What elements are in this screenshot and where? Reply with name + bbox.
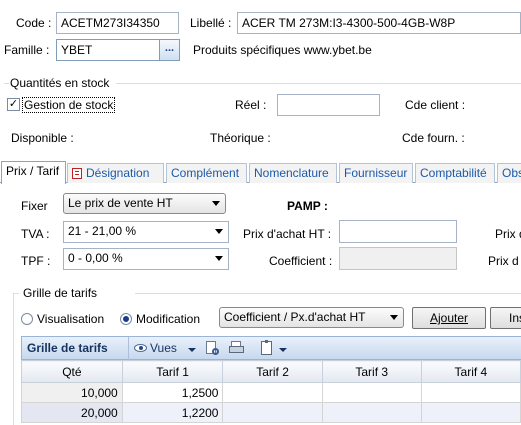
libelle-field[interactable]: ACER TM 273M:I3-4300-500-4GB-W8P [237,12,521,34]
tva-label: TVA : [21,227,50,241]
tab-comptabilite[interactable]: Comptabilité [415,163,495,183]
chevron-down-icon [390,315,398,320]
reel-field[interactable] [277,94,380,116]
column-header-qte[interactable]: Qté [21,360,123,383]
clipboard-icon [261,340,272,355]
tpf-label: TPF : [21,254,51,268]
ajouter-button[interactable]: Ajouter [412,307,486,329]
cell-tarif-4[interactable] [420,402,521,423]
prix-achat-label: Prix d'achat HT : [243,227,332,241]
toolbar-separator [128,337,129,360]
document-icon [72,168,82,179]
cell-tarif-2[interactable] [222,402,323,423]
famille-field[interactable]: YBET [56,39,160,61]
tpf-select[interactable]: 0 - 0,00 % [63,248,229,270]
tva-select[interactable]: 21 - 21,00 % [63,221,229,243]
grille-mode-select[interactable]: Coefficient / Px.d'achat HT [219,307,404,328]
table-row[interactable]: 20,000 1,2200 [21,402,521,423]
grille-toolbar-title: Grille de tarifs [27,341,108,355]
grille-group-title: Grille de tarifs [23,286,98,300]
disponible-label: Disponible : [11,131,74,145]
theorique-label: Théorique : [210,131,271,145]
stock-group-line-left [4,83,9,84]
column-header-tarif-3[interactable]: Tarif 3 [321,360,422,383]
famille-lookup-button[interactable]: ... [159,39,180,61]
prix-right-label-2: Prix d [488,254,519,268]
coefficient-label: Coefficient : [269,254,333,268]
cell-tarif-4[interactable] [420,382,521,403]
grille-toolbar: Grille de tarifs Vues [21,336,521,360]
radio-visualisation-label[interactable]: Visualisation [37,312,104,326]
famille-label: Famille : [4,43,50,57]
inserer-button[interactable]: Ins [490,307,521,329]
grille-group-border [13,293,14,425]
eye-icon [134,344,147,352]
tab-fournisseur[interactable]: Fournisseur [339,163,413,183]
radio-visualisation[interactable] [21,313,33,325]
cell-tarif-1[interactable]: 1,2500 [121,382,224,403]
chevron-down-icon [188,348,196,352]
radio-modification-label[interactable]: Modification [136,312,200,326]
gestion-stock-label[interactable]: Gestion de stock [21,97,116,113]
prix-right-label-1: Prix d [495,227,521,241]
libelle-label: Libellé : [190,16,232,30]
column-header-tarif-4[interactable]: Tarif 4 [420,360,521,383]
table-header-row: Qté Tarif 1 Tarif 2 Tarif 3 Tarif 4 [21,360,521,383]
tab-nomenclature[interactable]: Nomenclature [249,163,337,183]
tab-obs[interactable]: Obs [497,163,521,183]
column-header-tarif-1[interactable]: Tarif 1 [121,360,224,383]
pamp-label: PAMP : [287,199,328,213]
cell-tarif-2[interactable] [222,382,323,403]
tab-designation[interactable]: Désignation [67,163,164,183]
chevron-down-icon [212,201,220,206]
clipboard-button[interactable] [258,339,292,358]
code-field[interactable]: ACETM273I34350 [56,12,179,34]
famille-description: Produits spécifiques www.ybet.be [193,43,372,57]
prix-achat-field[interactable] [339,220,457,243]
cell-tarif-3[interactable] [321,382,422,403]
cde-client-label: Cde client : [405,98,466,112]
stock-group-title: Quantités en stock [10,76,110,90]
column-header-tarif-2[interactable]: Tarif 2 [222,360,323,383]
vues-button[interactable]: Vues [131,339,199,358]
tab-prix-tarif[interactable]: Prix / Tarif [1,161,66,184]
coefficient-field [339,247,457,270]
radio-modification[interactable] [120,313,132,325]
cell-tarif-3[interactable] [321,402,422,423]
fixer-label: Fixer [21,199,48,213]
vues-label: Vues [150,341,177,355]
tarifs-table: Qté Tarif 1 Tarif 2 Tarif 3 Tarif 4 10,0… [21,360,521,423]
code-label: Code : [16,16,52,30]
gestion-stock-checkbox[interactable]: ✓ [7,98,20,111]
fixer-select[interactable]: Le prix de vente HT [63,193,226,214]
chevron-down-icon [279,348,287,352]
cell-tarif-1[interactable]: 1,2200 [121,402,224,423]
chevron-down-icon [215,256,223,261]
cde-fourn-label: Cde fourn. : [402,131,465,145]
reel-label: Réel : [235,98,267,112]
stock-group-line-right [116,83,521,84]
cell-qte[interactable]: 20,000 [21,402,123,423]
print-icon[interactable] [228,340,248,357]
grille-group-line-right [135,293,521,294]
table-row[interactable]: 10,000 1,2500 [21,382,521,403]
print-preview-icon[interactable] [204,340,222,357]
tab-complement[interactable]: Complément [166,163,247,183]
chevron-down-icon [215,229,223,234]
tab-strip: Prix / Tarif Désignation Complément Nome… [0,161,521,184]
cell-qte[interactable]: 10,000 [21,382,123,403]
